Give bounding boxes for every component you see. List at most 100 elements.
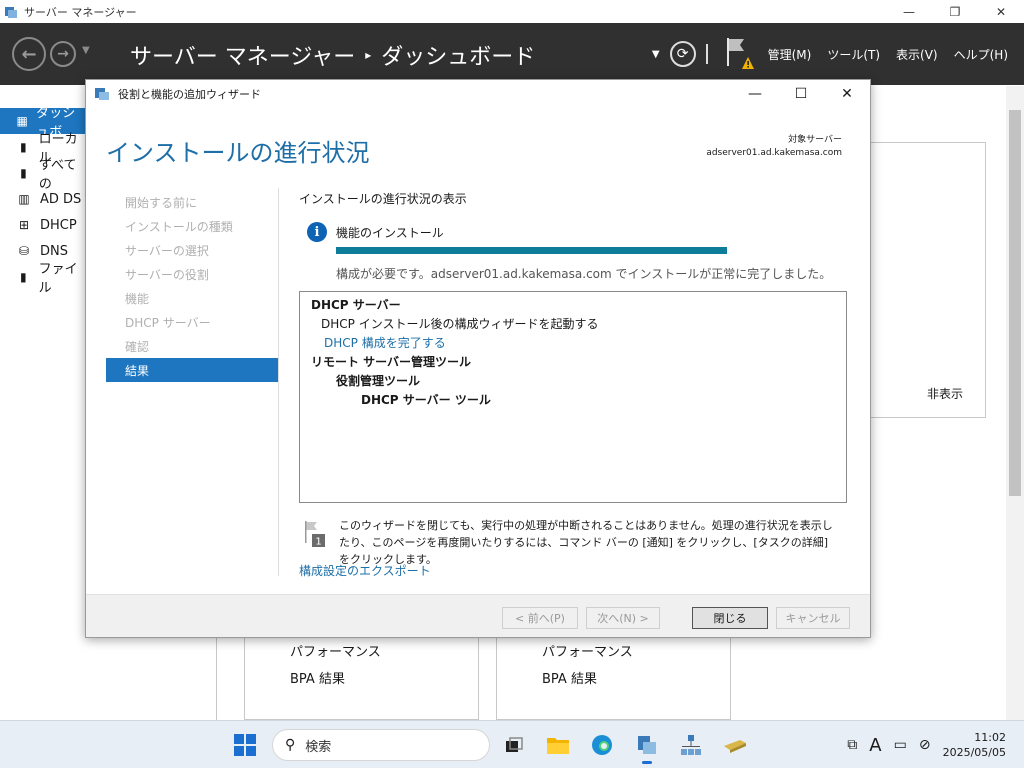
network-status-icon[interactable]: ⧉ (847, 737, 857, 753)
breadcrumb-separator-icon: ▸ (365, 48, 372, 62)
taskbar: ⚲ 検索 ⧉ A ▭ ⊘ 11:02 2025/05/05 (0, 720, 1024, 768)
forward-arrow-icon[interactable]: → (50, 41, 76, 67)
windows-start-icon[interactable] (234, 734, 256, 756)
menu-tools[interactable]: ツール(T) (827, 46, 880, 63)
sidebar-item-label: ファイル (38, 262, 78, 296)
result-item: DHCP インストール後の構成ウィザードを起動する (321, 317, 599, 331)
server-manager-taskbar-icon[interactable] (634, 732, 660, 764)
wizard-footer: < 前へ(P) 次へ(N) > 閉じる キャンセル (86, 594, 870, 637)
add-roles-wizard-dialog: 役割と機能の追加ウィザード — ☐ ✕ インストールの進行状況 対象サーバー a… (85, 79, 871, 638)
wizard-minimize-button[interactable]: — (732, 80, 778, 108)
wizard-close-button[interactable]: ✕ (824, 80, 870, 108)
task-view-icon[interactable] (501, 732, 527, 758)
steps-divider (278, 188, 279, 576)
bpa-results-link[interactable]: BPA 結果 (542, 668, 597, 687)
target-server: 対象サーバー adserver01.ad.kakemasa.com (706, 134, 842, 160)
prev-button[interactable]: < 前へ(P) (502, 607, 578, 629)
wizard-app-icon (95, 88, 109, 100)
role-tile-right: パフォーマンス BPA 結果 (496, 636, 731, 720)
edge-browser-icon[interactable] (589, 732, 615, 758)
result-item: DHCP サーバー (311, 298, 401, 312)
clock[interactable]: 11:02 2025/05/05 (943, 730, 1006, 760)
progress-fill (336, 247, 727, 254)
result-item: DHCP サーバー ツール (361, 393, 491, 407)
close-wizard-button[interactable]: 閉じる (692, 607, 768, 629)
sidebar-item-label: すべての (38, 158, 77, 192)
dns-icon: ⛁ (18, 244, 30, 258)
role-tile-left: パフォーマンス BPA 結果 (244, 636, 479, 720)
notice-badge: 1 (315, 537, 321, 548)
bpa-results-link[interactable]: BPA 結果 (290, 668, 345, 687)
target-server-name: adserver01.ad.kakemasa.com (706, 148, 842, 158)
wizard-maximize-button[interactable]: ☐ (778, 80, 824, 108)
hide-link[interactable]: 非表示 (927, 385, 963, 402)
clock-date: 2025/05/05 (942, 746, 1006, 759)
header-divider (705, 44, 708, 64)
dns-manager-icon[interactable] (722, 732, 748, 758)
notification-flag-icon[interactable] (724, 36, 754, 72)
header-dropdown-icon[interactable]: ▼ (652, 49, 660, 60)
complete-dhcp-config-link[interactable]: DHCP 構成を完了する (300, 334, 846, 353)
refresh-icon[interactable]: ⟳ (669, 41, 696, 67)
cancel-button[interactable]: キャンセル (776, 607, 850, 629)
wizard-title: 役割と機能の追加ウィザード (118, 88, 261, 101)
sidebar-item-label: DHCP (40, 217, 77, 233)
notification-flag-icon: 1 (304, 520, 326, 548)
taskbar-search[interactable]: ⚲ 検索 (272, 729, 490, 761)
performance-link[interactable]: パフォーマンス (542, 641, 633, 660)
menu-view[interactable]: 表示(V) (896, 46, 938, 63)
server-manager-header: ← → ▼ サーバー マネージャー ▸ ダッシュボード ▼ ⟳ 管理(M) ツー… (0, 23, 1024, 85)
breadcrumb: サーバー マネージャー ▸ ダッシュボード (130, 39, 535, 71)
install-progress-bar (336, 247, 727, 254)
feature-installation-label: 機能のインストール (336, 226, 444, 240)
system-tray: ⧉ A ▭ ⊘ 11:02 2025/05/05 (847, 721, 1024, 768)
servers-icon: ▮ (20, 166, 27, 180)
dhcp-icon: ⊞ (18, 218, 30, 232)
result-item: リモート サーバー管理ツール (311, 355, 472, 369)
window-title: サーバー マネージャー (24, 5, 137, 19)
install-status-text: 構成が必要です。adserver01.ad.kakemasa.com でインスト… (336, 267, 832, 281)
content-divider (216, 636, 217, 720)
clock-time: 11:02 (974, 731, 1006, 744)
info-icon: i (307, 222, 327, 242)
window-titlebar: サーバー マネージャー — ❐ ✕ (0, 0, 1024, 23)
wizard-steps: 開始する前に インストールの種類 サーバーの選択 サーバーの役割 機能 DHCP… (106, 190, 278, 382)
history-dropdown-icon[interactable]: ▼ (82, 45, 90, 56)
performance-link[interactable]: パフォーマンス (290, 641, 381, 660)
next-button[interactable]: 次へ(N) > (586, 607, 660, 629)
menu-manage[interactable]: 管理(M) (768, 46, 812, 63)
ad-ds-icon: ▥ (18, 192, 30, 206)
close-button[interactable]: ✕ (978, 0, 1024, 23)
dashboard-grid-icon: ▦ (16, 114, 28, 128)
display-icon[interactable]: ▭ (894, 737, 907, 753)
welcome-tile: 非表示 (868, 142, 986, 418)
server-icon: ▮ (19, 140, 27, 154)
breadcrumb-root: サーバー マネージャー (130, 45, 356, 70)
progress-view-label: インストールの進行状況の表示 (299, 192, 467, 206)
search-placeholder: 検索 (305, 739, 332, 755)
search-icon: ⚲ (285, 737, 296, 753)
scrollbar-thumb[interactable] (1009, 110, 1021, 496)
export-config-link[interactable]: 構成設定のエクスポート (299, 562, 431, 579)
minimize-button[interactable]: — (886, 0, 932, 23)
wizard-notice-text: このウィザードを閉じても、実行中の処理が中断されることはありません。処理の進行状… (339, 519, 833, 566)
network-tool-icon[interactable] (678, 732, 704, 758)
file-explorer-icon[interactable] (545, 732, 571, 758)
target-server-label: 対象サーバー (788, 135, 842, 145)
step-confirmation: 確認 (125, 339, 150, 354)
sidebar-item-all-servers[interactable]: ▮ すべての (0, 158, 86, 192)
step-installation-type: インストールの種類 (125, 219, 233, 234)
breadcrumb-current: ダッシュボード (381, 45, 536, 70)
page-title: インストールの進行状況 (106, 139, 370, 167)
volume-muted-icon[interactable]: ⊘ (919, 737, 931, 753)
vertical-scrollbar[interactable] (1006, 86, 1024, 720)
step-results[interactable]: 結果 (106, 358, 278, 382)
server-manager-icon (5, 6, 17, 18)
sidebar-item-dhcp[interactable]: ⊞ DHCP (0, 212, 86, 238)
ime-indicator[interactable]: A (869, 735, 881, 756)
sidebar-item-label: DNS (40, 243, 68, 259)
menu-help[interactable]: ヘルプ(H) (954, 46, 1008, 63)
sidebar-item-file-services[interactable]: ▮ ファイル (0, 262, 86, 296)
restore-button[interactable]: ❐ (932, 0, 978, 23)
back-arrow-icon[interactable]: ← (12, 37, 46, 71)
